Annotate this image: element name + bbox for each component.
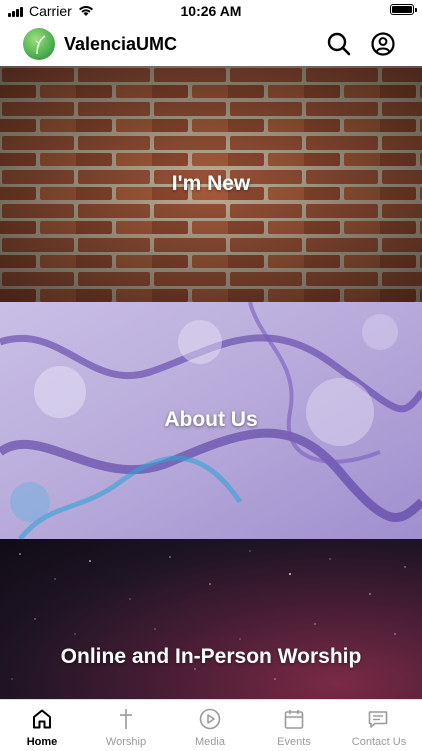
search-icon: [327, 32, 351, 56]
clock: 10:26 AM: [180, 3, 242, 19]
tile-label-worship: Online and In-Person Worship: [60, 645, 362, 668]
message-icon: [368, 711, 388, 728]
tile-about-us[interactable]: About Us: [0, 302, 422, 539]
cross-icon: [120, 709, 132, 729]
tab-label-contact-us: Contact Us: [351, 736, 407, 748]
tab-events[interactable]: Events: [252, 700, 336, 751]
battery-icon: [390, 4, 417, 15]
tab-worship[interactable]: Worship: [84, 700, 168, 751]
account-button[interactable]: [370, 31, 396, 57]
tab-label-home: Home: [26, 736, 58, 748]
account-icon: [371, 32, 395, 56]
status-bar: Carrier 10:26 AM: [0, 0, 422, 22]
app-title: ValenciaUMC: [64, 34, 178, 54]
search-button[interactable]: [326, 31, 352, 57]
church-logo[interactable]: [23, 28, 55, 60]
tab-label-media: Media: [195, 736, 225, 748]
leaf-icon: [35, 35, 46, 55]
starfield-image: [11, 550, 406, 680]
tile-worship[interactable]: Online and In-Person Worship: [0, 539, 422, 699]
home-icon: [33, 709, 51, 729]
tab-label-worship: Worship: [105, 736, 147, 748]
tab-home[interactable]: Home: [0, 700, 84, 751]
tab-bar: Home Worship Media Events Contact Us: [0, 699, 422, 751]
calendar-icon: [284, 710, 304, 729]
tile-im-new[interactable]: I'm New: [0, 66, 422, 303]
tile-label-im-new: I'm New: [171, 172, 251, 195]
tab-contact-us[interactable]: Contact Us: [336, 700, 422, 751]
tab-media[interactable]: Media: [168, 700, 252, 751]
play-icon: [199, 708, 221, 730]
tile-label-about-us: About Us: [164, 408, 258, 431]
app-header: ValenciaUMC: [0, 22, 422, 66]
tab-label-events: Events: [277, 736, 311, 748]
